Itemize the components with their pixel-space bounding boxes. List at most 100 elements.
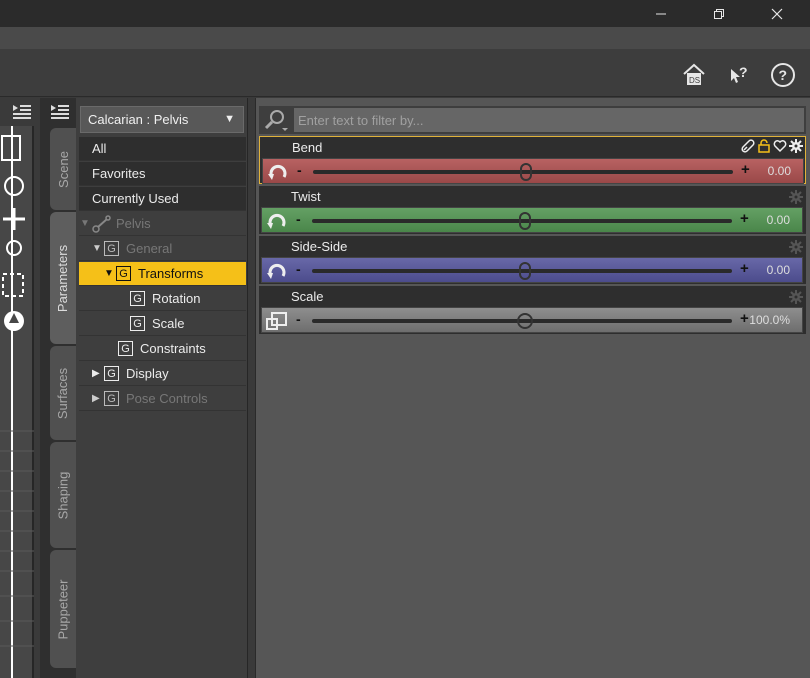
side-side-slider[interactable]: - + 0.00 bbox=[261, 257, 803, 283]
param-bend: Bend - + 0.00 bbox=[259, 136, 806, 184]
tree-item-general[interactable]: ▼ G General bbox=[79, 237, 246, 261]
help-icon[interactable]: ? bbox=[769, 61, 797, 89]
filter-input[interactable] bbox=[294, 108, 804, 132]
tree-label: Pose Controls bbox=[126, 391, 208, 406]
link-icon[interactable] bbox=[741, 139, 755, 153]
gear-icon[interactable] bbox=[789, 139, 803, 153]
tree-item-all[interactable]: All bbox=[79, 137, 246, 161]
tab-parameters[interactable]: Parameters bbox=[50, 212, 76, 344]
param-side-side: Side-Side - + 0.00 bbox=[259, 236, 806, 284]
tree-label: All bbox=[92, 141, 107, 156]
viewport-strip bbox=[0, 98, 40, 678]
param-value[interactable]: 0.00 bbox=[767, 263, 790, 277]
viewport-tools[interactable] bbox=[0, 126, 34, 678]
tree-item-pelvis[interactable]: ▼ Pelvis bbox=[79, 212, 246, 236]
tab-shaping-label: Shaping bbox=[55, 471, 71, 519]
param-label: Scale bbox=[291, 289, 324, 304]
tree-label: Scale bbox=[152, 316, 185, 331]
tab-menu-icon[interactable] bbox=[50, 102, 70, 120]
expand-arrow-icon[interactable]: ▼ bbox=[104, 268, 116, 279]
decrement-label[interactable]: - bbox=[296, 311, 301, 327]
slider-knob[interactable] bbox=[517, 313, 533, 329]
node-selector[interactable]: Calcarian : Pelvis ▼ bbox=[80, 106, 244, 133]
favorite-heart-icon[interactable] bbox=[773, 139, 787, 153]
param-label: Side-Side bbox=[291, 239, 348, 254]
tab-parameters-label: Parameters bbox=[55, 244, 71, 312]
group-icon: G bbox=[104, 241, 119, 256]
tree-label: General bbox=[126, 241, 173, 256]
decrement-label[interactable]: - bbox=[296, 261, 301, 277]
param-scale: Scale - + 100.0% bbox=[259, 286, 806, 334]
node-selector-value: Calcarian : Pelvis bbox=[88, 112, 189, 127]
tab-puppeteer[interactable]: Puppeteer bbox=[50, 550, 76, 668]
slider-knob[interactable] bbox=[519, 212, 531, 230]
whats-this-icon[interactable]: ? bbox=[725, 61, 753, 89]
tree-label: Pelvis bbox=[116, 216, 151, 231]
tab-surfaces-label: Surfaces bbox=[55, 367, 71, 419]
tree-item-display[interactable]: ▶ G Display bbox=[79, 362, 246, 386]
param-value[interactable]: 100.0% bbox=[749, 313, 790, 327]
scale-slider[interactable]: - + 100.0% bbox=[261, 307, 803, 333]
gear-icon[interactable] bbox=[789, 190, 803, 204]
close-button[interactable] bbox=[754, 0, 800, 27]
group-icon: G bbox=[116, 266, 131, 281]
tab-shaping[interactable]: Shaping bbox=[50, 442, 76, 548]
tree-item-constraints[interactable]: G Constraints bbox=[79, 337, 246, 361]
tree-item-favorites[interactable]: Favorites bbox=[79, 162, 246, 186]
param-value[interactable]: 0.00 bbox=[767, 213, 790, 227]
collapse-arrow-icon[interactable]: ▶ bbox=[92, 393, 104, 404]
panel-menu-icon[interactable] bbox=[12, 102, 32, 120]
slider-knob[interactable] bbox=[519, 262, 531, 280]
rotate-icon bbox=[267, 263, 286, 279]
tree-item-rotation[interactable]: G Rotation bbox=[79, 287, 246, 311]
tree-label: Display bbox=[126, 366, 169, 381]
tree-label: Currently Used bbox=[92, 191, 179, 206]
group-icon: G bbox=[130, 316, 145, 331]
param-value[interactable]: 0.00 bbox=[768, 164, 791, 178]
restore-icon bbox=[714, 8, 724, 19]
rotate-icon bbox=[267, 213, 286, 229]
svg-text:DS: DS bbox=[689, 76, 700, 85]
decrement-label[interactable]: - bbox=[296, 211, 301, 227]
twist-slider[interactable]: - + 0.00 bbox=[261, 207, 803, 233]
tree-item-transforms[interactable]: ▼ G Transforms bbox=[79, 262, 246, 286]
param-twist: Twist - + 0.00 bbox=[259, 186, 806, 234]
minimize-icon bbox=[656, 13, 666, 14]
toolbar: DS ? ? bbox=[0, 49, 810, 97]
chevron-down-icon: ▼ bbox=[224, 113, 235, 125]
lock-icon[interactable] bbox=[757, 139, 771, 153]
minimize-button[interactable] bbox=[638, 0, 684, 27]
slider-knob[interactable] bbox=[520, 163, 532, 181]
collapse-arrow-icon[interactable]: ▶ bbox=[92, 368, 104, 379]
increment-label[interactable]: + bbox=[741, 161, 750, 178]
tree-item-pose-controls[interactable]: ▶ G Pose Controls bbox=[79, 387, 246, 411]
svg-text:?: ? bbox=[779, 67, 788, 83]
expand-arrow-icon[interactable]: ▼ bbox=[80, 218, 92, 229]
tree-item-currently-used[interactable]: Currently Used bbox=[79, 187, 246, 211]
gear-icon[interactable] bbox=[789, 240, 803, 254]
bend-slider[interactable]: - + 0.00 bbox=[262, 158, 804, 184]
tree-label: Rotation bbox=[152, 291, 201, 306]
expand-arrow-icon[interactable]: ▼ bbox=[92, 243, 104, 254]
search-icon[interactable] bbox=[262, 108, 288, 132]
increment-label[interactable]: + bbox=[740, 310, 749, 327]
group-icon: G bbox=[104, 366, 119, 381]
group-icon: G bbox=[130, 291, 145, 306]
param-label: Twist bbox=[291, 189, 321, 204]
tree-label: Favorites bbox=[92, 166, 146, 181]
increment-label[interactable]: + bbox=[740, 260, 749, 277]
tree-label: Constraints bbox=[140, 341, 206, 356]
rotate-icon bbox=[268, 164, 287, 180]
param-label: Bend bbox=[292, 140, 323, 155]
tab-surfaces[interactable]: Surfaces bbox=[50, 346, 76, 440]
scale-icon bbox=[266, 312, 287, 330]
increment-label[interactable]: + bbox=[740, 210, 749, 227]
tab-scene[interactable]: Scene bbox=[50, 128, 76, 210]
gear-icon[interactable] bbox=[789, 290, 803, 304]
decrement-label[interactable]: - bbox=[297, 162, 302, 178]
tree-item-scale[interactable]: G Scale bbox=[79, 312, 246, 336]
group-icon: G bbox=[118, 341, 133, 356]
restore-button[interactable] bbox=[696, 0, 742, 27]
menu-bar bbox=[0, 27, 810, 49]
daz-home-icon[interactable]: DS bbox=[680, 61, 708, 89]
